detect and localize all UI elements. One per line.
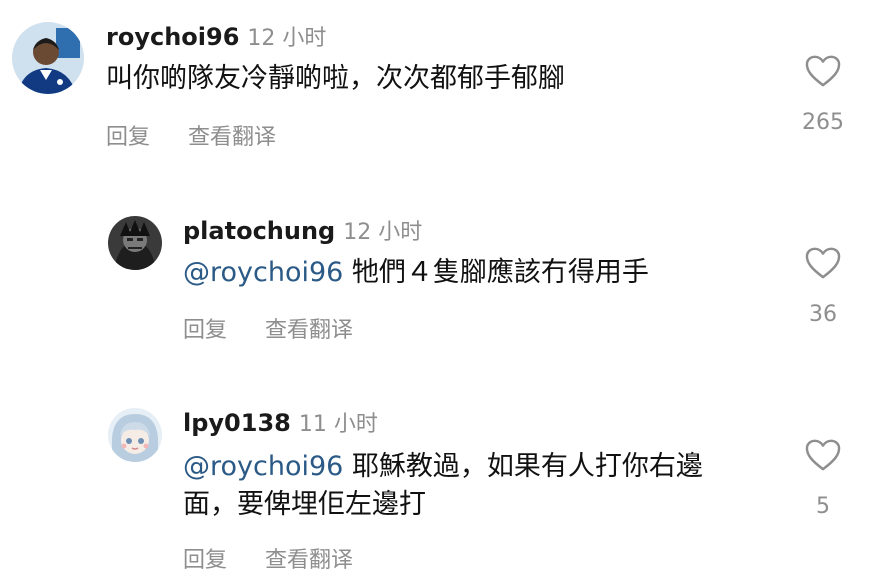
mention-link[interactable]: @roychoi96: [183, 451, 343, 482]
see-translation-button[interactable]: 查看翻译: [265, 318, 353, 343]
reply-button[interactable]: 回复: [183, 548, 227, 573]
heart-outline-icon[interactable]: [804, 54, 842, 88]
see-translation-button[interactable]: 查看翻译: [188, 125, 276, 150]
comment-header: platochung 12 小时: [183, 214, 422, 246]
timestamp: 11 小时: [298, 412, 378, 437]
like-count: 265: [802, 110, 844, 135]
like-count: 5: [816, 494, 830, 519]
comment-text: @roychoi96 牠們４隻腳應該冇得用手: [183, 254, 763, 292]
reply-button[interactable]: 回复: [106, 125, 150, 150]
mention-link[interactable]: @roychoi96: [183, 257, 343, 288]
comment-header: roychoi96 12 小时: [106, 20, 326, 52]
comment-text: 叫你啲隊友冷靜啲啦，次次都郁手郁腳: [106, 60, 746, 98]
comment-text: @roychoi96 耶穌教過，如果有人打你右邊面，要俾埋佢左邊打: [183, 448, 728, 524]
avatar[interactable]: [12, 22, 84, 94]
heart-outline-icon[interactable]: [804, 246, 842, 280]
username[interactable]: roychoi96: [106, 23, 239, 51]
reply-lpy0138: lpy0138 11 小时 @roychoi96 耶穌教過，如果有人打你右邊面，要…: [0, 392, 873, 584]
avatar[interactable]: [108, 216, 162, 270]
comment-actions: 回复 查看翻译: [183, 542, 353, 574]
timestamp: 12 小时: [343, 220, 423, 245]
like-control: 265: [793, 54, 853, 135]
like-control: 5: [793, 438, 853, 519]
reply-platochung: platochung 12 小时 @roychoi96 牠們４隻腳應該冇得用手 回…: [0, 200, 873, 370]
comment-body: 叫你啲隊友冷靜啲啦，次次都郁手郁腳: [106, 63, 565, 94]
comment-actions: 回复 查看翻译: [106, 119, 276, 151]
comment-header: lpy0138 11 小时: [183, 406, 378, 438]
username[interactable]: lpy0138: [183, 409, 291, 437]
avatar[interactable]: [108, 408, 162, 462]
timestamp: 12 小时: [247, 26, 327, 51]
like-count: 36: [809, 302, 837, 327]
comment-body: 牠們４隻腳應該冇得用手: [343, 257, 649, 288]
comment-roychoi96: roychoi96 12 小时 叫你啲隊友冷靜啲啦，次次都郁手郁腳 回复 查看翻译 …: [0, 0, 873, 170]
heart-outline-icon[interactable]: [804, 438, 842, 472]
username[interactable]: platochung: [183, 217, 335, 245]
comment-actions: 回复 查看翻译: [183, 312, 353, 344]
like-control: 36: [793, 246, 853, 327]
reply-button[interactable]: 回复: [183, 318, 227, 343]
see-translation-button[interactable]: 查看翻译: [265, 548, 353, 573]
